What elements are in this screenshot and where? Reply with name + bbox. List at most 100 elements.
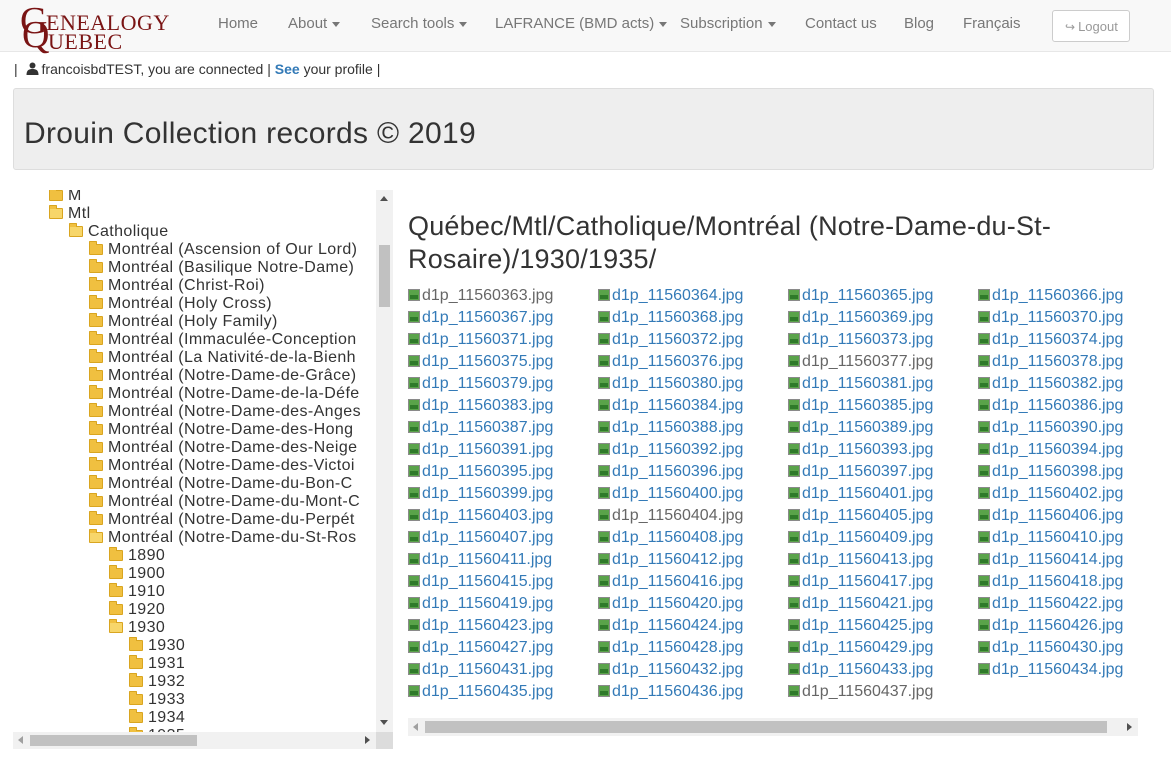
file-link[interactable]: d1p_11560374.jpg bbox=[978, 330, 1123, 350]
scrollbar-thumb[interactable] bbox=[30, 735, 197, 746]
tree-node[interactable]: Montréal (Notre-Dame-du-St-Ros bbox=[89, 529, 357, 547]
nav-blog[interactable]: Blog bbox=[904, 15, 934, 32]
tree-node[interactable]: 1930 bbox=[129, 637, 185, 655]
file-link[interactable]: d1p_11560421.jpg bbox=[788, 594, 933, 614]
scrollbar-thumb[interactable] bbox=[425, 721, 1107, 733]
scroll-down-arrow-icon[interactable] bbox=[380, 720, 388, 725]
nav-contact[interactable]: Contact us bbox=[805, 15, 877, 32]
tree-node[interactable]: Montréal (Notre-Dame-du-Bon-C bbox=[89, 475, 353, 493]
tree-node[interactable]: Montréal (Basilique Notre-Dame) bbox=[89, 259, 354, 277]
file-link[interactable]: d1p_11560392.jpg bbox=[598, 440, 743, 460]
tree-node[interactable]: 1910 bbox=[109, 583, 165, 601]
tree-node[interactable]: Montréal (Notre-Dame-de-Grâce) bbox=[89, 367, 357, 385]
tree-node[interactable]: 1931 bbox=[129, 655, 185, 673]
file-link[interactable]: d1p_11560364.jpg bbox=[598, 286, 743, 306]
nav-about[interactable]: About bbox=[288, 15, 341, 32]
file-link[interactable]: d1p_11560396.jpg bbox=[598, 462, 743, 482]
scroll-up-arrow-icon[interactable] bbox=[380, 196, 388, 201]
file-link[interactable]: d1p_11560435.jpg bbox=[408, 682, 553, 702]
tree-node[interactable]: 1920 bbox=[109, 601, 165, 619]
file-link[interactable]: d1p_11560414.jpg bbox=[978, 550, 1123, 570]
tree-node[interactable]: Montréal (Holy Family) bbox=[89, 313, 278, 331]
tree-node[interactable]: 1890 bbox=[109, 547, 165, 565]
file-link[interactable]: d1p_11560412.jpg bbox=[598, 550, 743, 570]
file-link[interactable]: d1p_11560428.jpg bbox=[598, 638, 743, 658]
file-link[interactable]: d1p_11560431.jpg bbox=[408, 660, 553, 680]
nav-subscription[interactable]: Subscription bbox=[680, 15, 776, 32]
file-link[interactable]: d1p_11560437.jpg bbox=[788, 682, 933, 702]
tree-node[interactable]: Montréal (Ascension of Our Lord) bbox=[89, 241, 357, 259]
tree-node[interactable]: 1932 bbox=[129, 673, 185, 691]
scroll-left-arrow-icon[interactable] bbox=[413, 723, 418, 731]
file-link[interactable]: d1p_11560418.jpg bbox=[978, 572, 1123, 592]
file-link[interactable]: d1p_11560382.jpg bbox=[978, 374, 1123, 394]
tree-horizontal-scrollbar[interactable] bbox=[13, 732, 376, 749]
file-link[interactable]: d1p_11560394.jpg bbox=[978, 440, 1123, 460]
tree-node[interactable]: Montréal (Christ-Roi) bbox=[89, 277, 265, 295]
scroll-right-arrow-icon[interactable] bbox=[1127, 723, 1132, 731]
tree-node[interactable]: Mtl bbox=[49, 205, 91, 223]
tree-node[interactable]: Montréal (Notre-Dame-des-Neige bbox=[89, 439, 357, 457]
nav-francais[interactable]: Français bbox=[963, 15, 1021, 32]
file-link[interactable]: d1p_11560408.jpg bbox=[598, 528, 743, 548]
tree-node[interactable]: M bbox=[49, 190, 82, 205]
file-link[interactable]: d1p_11560381.jpg bbox=[788, 374, 933, 394]
file-link[interactable]: d1p_11560389.jpg bbox=[788, 418, 933, 438]
file-link[interactable]: d1p_11560430.jpg bbox=[978, 638, 1123, 658]
file-link[interactable]: d1p_11560400.jpg bbox=[598, 484, 743, 504]
file-link[interactable]: d1p_11560372.jpg bbox=[598, 330, 743, 350]
file-link[interactable]: d1p_11560363.jpg bbox=[408, 286, 553, 306]
tree-node[interactable]: 1900 bbox=[109, 565, 165, 583]
file-link[interactable]: d1p_11560419.jpg bbox=[408, 594, 553, 614]
file-link[interactable]: d1p_11560415.jpg bbox=[408, 572, 553, 592]
file-link[interactable]: d1p_11560423.jpg bbox=[408, 616, 553, 636]
file-link[interactable]: d1p_11560420.jpg bbox=[598, 594, 743, 614]
file-link[interactable]: d1p_11560379.jpg bbox=[408, 374, 553, 394]
file-link[interactable]: d1p_11560393.jpg bbox=[788, 440, 933, 460]
file-link[interactable]: d1p_11560399.jpg bbox=[408, 484, 553, 504]
file-link[interactable]: d1p_11560384.jpg bbox=[598, 396, 743, 416]
file-link[interactable]: d1p_11560402.jpg bbox=[978, 484, 1123, 504]
genealogy-quebec-logo[interactable]: G ENEALOGY Q UEBEC bbox=[20, 2, 175, 54]
tree-node[interactable]: Montréal (Notre-Dame-des-Anges bbox=[89, 403, 361, 421]
tree-node[interactable]: Montréal (Notre-Dame-des-Victoi bbox=[89, 457, 355, 475]
file-link[interactable]: d1p_11560373.jpg bbox=[788, 330, 933, 350]
tree-node[interactable]: 1934 bbox=[129, 709, 185, 727]
file-link[interactable]: d1p_11560425.jpg bbox=[788, 616, 933, 636]
scrollbar-thumb[interactable] bbox=[379, 245, 390, 307]
file-link[interactable]: d1p_11560371.jpg bbox=[408, 330, 553, 350]
file-link[interactable]: d1p_11560388.jpg bbox=[598, 418, 743, 438]
tree-node[interactable]: Montréal (Notre-Dame-des-Hong bbox=[89, 421, 353, 439]
file-link[interactable]: d1p_11560383.jpg bbox=[408, 396, 553, 416]
file-link[interactable]: d1p_11560409.jpg bbox=[788, 528, 933, 548]
file-link[interactable]: d1p_11560432.jpg bbox=[598, 660, 743, 680]
file-link[interactable]: d1p_11560367.jpg bbox=[408, 308, 553, 328]
file-link[interactable]: d1p_11560404.jpg bbox=[598, 506, 743, 526]
file-link[interactable]: d1p_11560417.jpg bbox=[788, 572, 933, 592]
file-link[interactable]: d1p_11560375.jpg bbox=[408, 352, 553, 372]
file-link[interactable]: d1p_11560369.jpg bbox=[788, 308, 933, 328]
file-link[interactable]: d1p_11560424.jpg bbox=[598, 616, 743, 636]
file-link[interactable]: d1p_11560395.jpg bbox=[408, 462, 553, 482]
tree-node[interactable]: Montréal (Notre-Dame-du-Mont-C bbox=[89, 493, 360, 511]
see-profile-link[interactable]: See bbox=[275, 61, 300, 77]
nav-lafrance[interactable]: LAFRANCE (BMD acts) bbox=[495, 15, 668, 32]
file-link[interactable]: d1p_11560385.jpg bbox=[788, 396, 933, 416]
file-link[interactable]: d1p_11560378.jpg bbox=[978, 352, 1123, 372]
file-link[interactable]: d1p_11560390.jpg bbox=[978, 418, 1123, 438]
file-link[interactable]: d1p_11560391.jpg bbox=[408, 440, 553, 460]
tree-node[interactable]: Montréal (Holy Cross) bbox=[89, 295, 272, 313]
file-link[interactable]: d1p_11560405.jpg bbox=[788, 506, 933, 526]
file-link[interactable]: d1p_11560401.jpg bbox=[788, 484, 933, 504]
file-link[interactable]: d1p_11560377.jpg bbox=[788, 352, 933, 372]
nav-home[interactable]: Home bbox=[218, 15, 258, 32]
file-link[interactable]: d1p_11560426.jpg bbox=[978, 616, 1123, 636]
file-link[interactable]: d1p_11560410.jpg bbox=[978, 528, 1123, 548]
files-horizontal-scrollbar[interactable] bbox=[408, 718, 1138, 736]
tree-node[interactable]: Montréal (Immaculée-Conception bbox=[89, 331, 357, 349]
file-link[interactable]: d1p_11560366.jpg bbox=[978, 286, 1123, 306]
nav-search-tools[interactable]: Search tools bbox=[371, 15, 468, 32]
file-link[interactable]: d1p_11560433.jpg bbox=[788, 660, 933, 680]
tree-node[interactable]: 1933 bbox=[129, 691, 185, 709]
file-link[interactable]: d1p_11560413.jpg bbox=[788, 550, 933, 570]
